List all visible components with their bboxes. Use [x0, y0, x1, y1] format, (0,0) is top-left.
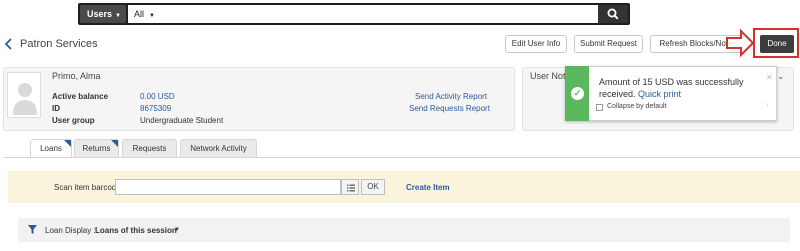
tab-requests-label: Requests — [132, 144, 167, 153]
entity-scope-dropdown[interactable]: Users ▼ — [80, 5, 126, 23]
collapse-by-default-label: Collapse by default — [607, 103, 667, 110]
loan-display-dropdown[interactable]: Loans of this session — [95, 226, 177, 235]
filter-icon[interactable] — [28, 225, 37, 234]
tab-divider — [3, 157, 800, 158]
quick-print-link[interactable]: Quick print — [638, 89, 681, 99]
tab-loans-label: Loans — [40, 144, 62, 153]
caret-down-icon: ▼ — [149, 13, 155, 19]
active-balance-value[interactable]: 0.00 USD — [140, 92, 175, 101]
caret-down-icon[interactable]: ▼ — [174, 227, 180, 233]
user-group-label: User group — [52, 116, 95, 125]
tab-corner-marker — [64, 140, 71, 147]
tab-network-activity-label: Network Activity — [190, 144, 247, 153]
submit-request-button[interactable]: Submit Request — [574, 35, 643, 53]
loan-display-label: Loan Display : — [45, 226, 96, 235]
tab-returns[interactable]: Returns — [74, 139, 119, 157]
scan-item-label-text: Scan item barcode — [54, 183, 121, 192]
patron-name: Primo, Alma — [52, 71, 101, 81]
done-button[interactable]: Done — [760, 35, 794, 53]
edit-user-info-button[interactable]: Edit User Info — [505, 35, 567, 53]
tab-requests[interactable]: Requests — [122, 139, 177, 157]
list-button[interactable] — [341, 179, 359, 195]
list-icon — [347, 184, 355, 192]
user-group-value: Undergraduate Student — [140, 116, 224, 125]
toast-message: Amount of 15 USD was successfully receiv… — [599, 76, 764, 100]
tab-returns-label: Returns — [82, 144, 111, 153]
back-chevron-icon[interactable] — [4, 38, 14, 50]
scan-barcode-input[interactable] — [115, 179, 341, 195]
chevron-down-icon[interactable]: ⌄ — [777, 71, 785, 82]
send-requests-report-link[interactable]: Send Requests Report — [409, 104, 490, 113]
ok-button[interactable]: OK — [361, 179, 385, 195]
id-label: ID — [52, 104, 60, 113]
caret-down-icon: ▼ — [115, 13, 121, 19]
id-value[interactable]: 8675309 — [140, 104, 171, 113]
search-button[interactable] — [598, 5, 628, 23]
tab-corner-marker — [111, 140, 118, 147]
close-icon[interactable]: ✕ — [766, 73, 773, 82]
field-scope-dropdown[interactable]: All ▼ — [134, 5, 155, 23]
chevron-right-icon[interactable]: › — [766, 100, 769, 109]
page-title: Patron Services — [20, 38, 98, 50]
tab-network-activity[interactable]: Network Activity — [180, 139, 257, 157]
send-activity-report-link[interactable]: Send Activity Report — [415, 92, 487, 101]
search-icon — [607, 8, 619, 20]
create-item-link[interactable]: Create Item — [406, 183, 450, 192]
entity-scope-label: Users — [87, 9, 113, 19]
avatar-placeholder-icon — [13, 83, 37, 115]
tab-loans[interactable]: Loans — [30, 139, 72, 158]
success-check-icon: ✓ — [571, 87, 584, 100]
search-input[interactable] — [160, 5, 596, 23]
field-scope-label: All — [134, 9, 145, 19]
active-balance-label: Active balance — [52, 92, 109, 101]
collapse-by-default-checkbox[interactable] — [596, 104, 603, 111]
pointer-arrow-icon — [726, 28, 755, 58]
avatar — [7, 72, 41, 118]
